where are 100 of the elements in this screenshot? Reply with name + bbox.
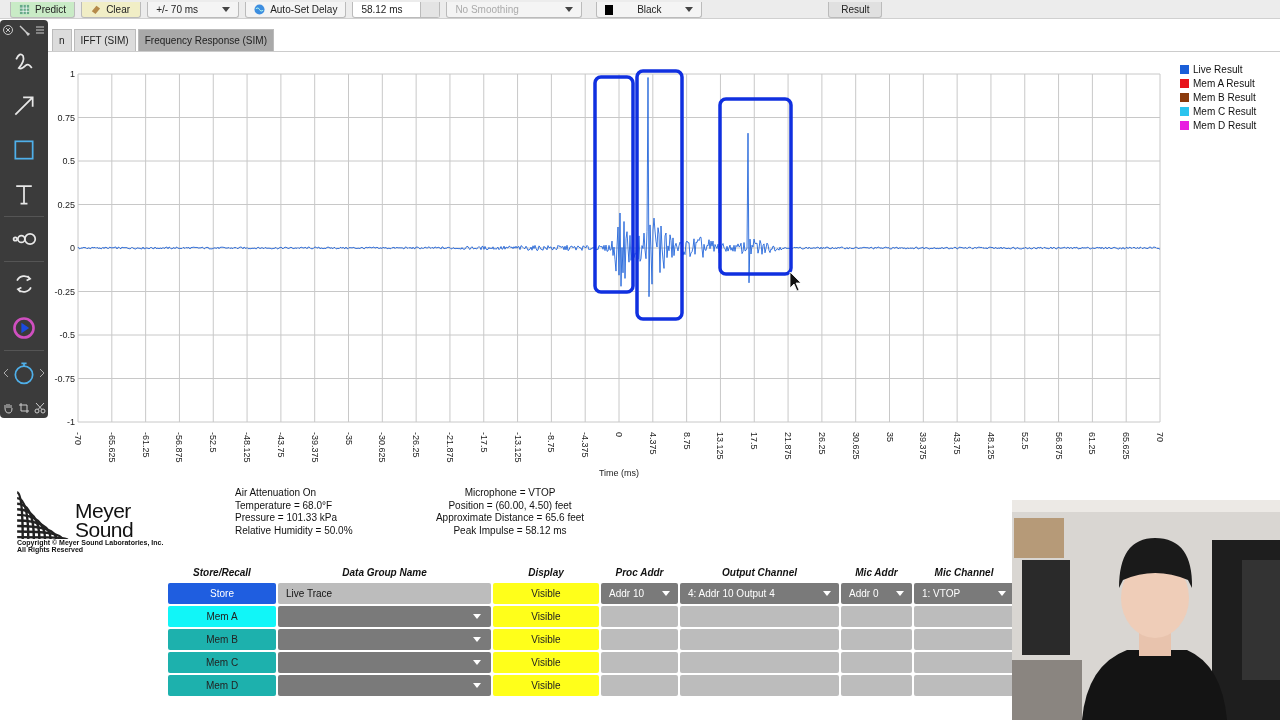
axis-label: 13.125 (715, 432, 726, 460)
store-recall-button[interactable]: Mem C (168, 652, 276, 673)
display-button[interactable]: Visible (493, 606, 599, 627)
axis-label: 61.25 (1087, 432, 1098, 455)
axis-label: 8.75 (681, 432, 692, 450)
dropdown[interactable]: 1: VTOP (914, 583, 1014, 604)
previous-icon[interactable] (3, 368, 9, 378)
column-header: Mic Addr (854, 567, 899, 580)
legend-label: Mem A Result (1193, 78, 1255, 89)
globe-icon (254, 4, 266, 15)
axis-label: -26.25 (411, 432, 422, 458)
axis-label: -48.125 (242, 432, 253, 463)
caret-icon (998, 591, 1006, 596)
hand-icon[interactable] (2, 402, 14, 414)
axis-label: -70 (73, 432, 83, 445)
color-tool-icon[interactable] (11, 315, 37, 341)
store-recall-button[interactable]: Mem D (168, 675, 276, 696)
info-text: Position = (60.00, 4.50) feet (448, 499, 572, 512)
caret-icon (222, 7, 231, 12)
axis-label: 30.625 (850, 432, 861, 460)
tab[interactable]: IFFT (SIM) (73, 29, 136, 51)
axis-label: 26.25 (816, 432, 827, 455)
close-icon[interactable] (2, 24, 14, 36)
dropdown[interactable]: +/- 70 ms (147, 2, 240, 18)
column-header: Output Channel (721, 567, 798, 580)
caret-icon (473, 614, 481, 619)
axis-label: 17.5 (749, 432, 760, 450)
axis-label: 65.625 (1121, 432, 1132, 460)
axis-label: 48.125 (985, 432, 996, 460)
toolbar-button[interactable]: Predict (10, 2, 76, 18)
axis-label: 43.75 (952, 432, 963, 455)
axis-label: -52.5 (208, 432, 219, 453)
column-header: Display (527, 567, 565, 580)
axis-label: -17.5 (478, 432, 489, 453)
legend-label: Mem C Result (1193, 106, 1257, 117)
brush-icon[interactable] (18, 24, 30, 36)
result-button[interactable]: Result (828, 2, 883, 18)
column-header: Store/Recall (192, 567, 252, 580)
legend-label: Mem D Result (1193, 120, 1257, 131)
next-icon[interactable] (39, 368, 45, 378)
axis-label: 0 (70, 243, 75, 253)
dropdown[interactable]: Addr 10 (601, 583, 678, 604)
axis-label: -4.375 (580, 432, 591, 458)
axis-label: -1 (67, 417, 75, 427)
axis-label: -61.25 (140, 432, 151, 458)
dropdown[interactable]: 4: Addr 10 Output 4 (680, 583, 839, 604)
info-text: Microphone = VTOP (464, 487, 556, 500)
scissors-icon[interactable] (34, 402, 46, 414)
axis-label: 0.25 (57, 199, 75, 210)
axis-label: -43.75 (275, 432, 286, 458)
column-header: Mic Channel (933, 567, 995, 580)
axis-label: -8.75 (546, 432, 557, 453)
crop-icon[interactable] (18, 402, 30, 414)
axis-label: -30.625 (377, 432, 388, 463)
caret-icon (662, 591, 670, 596)
tab[interactable]: Frequency Response (SIM) (137, 29, 274, 51)
cursor-icon (789, 271, 802, 292)
caret-icon (685, 7, 694, 12)
axis-label: 56.875 (1053, 432, 1064, 460)
logo-text: Meyer (75, 501, 132, 520)
table-cell (841, 606, 912, 627)
spinner-field[interactable]: 58.12 ms (352, 2, 441, 18)
caret-icon (896, 591, 904, 596)
display-button[interactable]: Visible (493, 583, 599, 604)
axis-label: 0 (614, 432, 624, 437)
display-button[interactable]: Visible (493, 652, 599, 673)
info-text: Pressure = 101.33 kPa (235, 512, 338, 525)
caret-icon (565, 7, 574, 12)
axis-label: 52.5 (1019, 432, 1030, 450)
menu-icon[interactable] (34, 24, 46, 36)
table-icon (19, 4, 30, 15)
tab[interactable]: n (52, 29, 72, 51)
name-field[interactable]: Live Trace (278, 583, 491, 604)
legend-label: Mem B Result (1193, 92, 1256, 103)
column-header: Proc Addr (614, 567, 665, 580)
caret-icon (473, 683, 481, 688)
table-cell (841, 652, 912, 673)
caret-icon (823, 591, 831, 596)
axis-label: -56.875 (174, 432, 185, 463)
table-cell (841, 675, 912, 696)
color-dropdown[interactable]: Black (596, 2, 703, 18)
axis-label: 0.75 (57, 112, 75, 123)
store-recall-button[interactable]: Store (168, 583, 276, 604)
column-header: Data Group Name (341, 567, 428, 580)
caret-icon (473, 660, 481, 665)
axis-label: -0.25 (54, 286, 75, 297)
axis-label: -39.375 (309, 432, 320, 463)
toolbar-button[interactable]: Clear (81, 2, 142, 18)
axis-label: -0.75 (54, 373, 75, 384)
dropdown[interactable]: Addr 0 (841, 583, 912, 604)
display-button[interactable]: Visible (493, 675, 599, 696)
rectangle-tool-icon[interactable] (11, 137, 37, 163)
axis-label: 0.5 (62, 156, 75, 166)
display-button[interactable]: Visible (493, 629, 599, 650)
table-cell (841, 629, 912, 650)
toolbar-button[interactable]: Auto-Set Delay (245, 2, 347, 18)
info-text: Approximate Distance = 65.6 feet (435, 512, 585, 525)
store-recall-button[interactable]: Mem A (168, 606, 276, 627)
store-recall-button[interactable]: Mem B (168, 629, 276, 650)
info-text: Relative Humidity = 50.0% (235, 524, 354, 537)
